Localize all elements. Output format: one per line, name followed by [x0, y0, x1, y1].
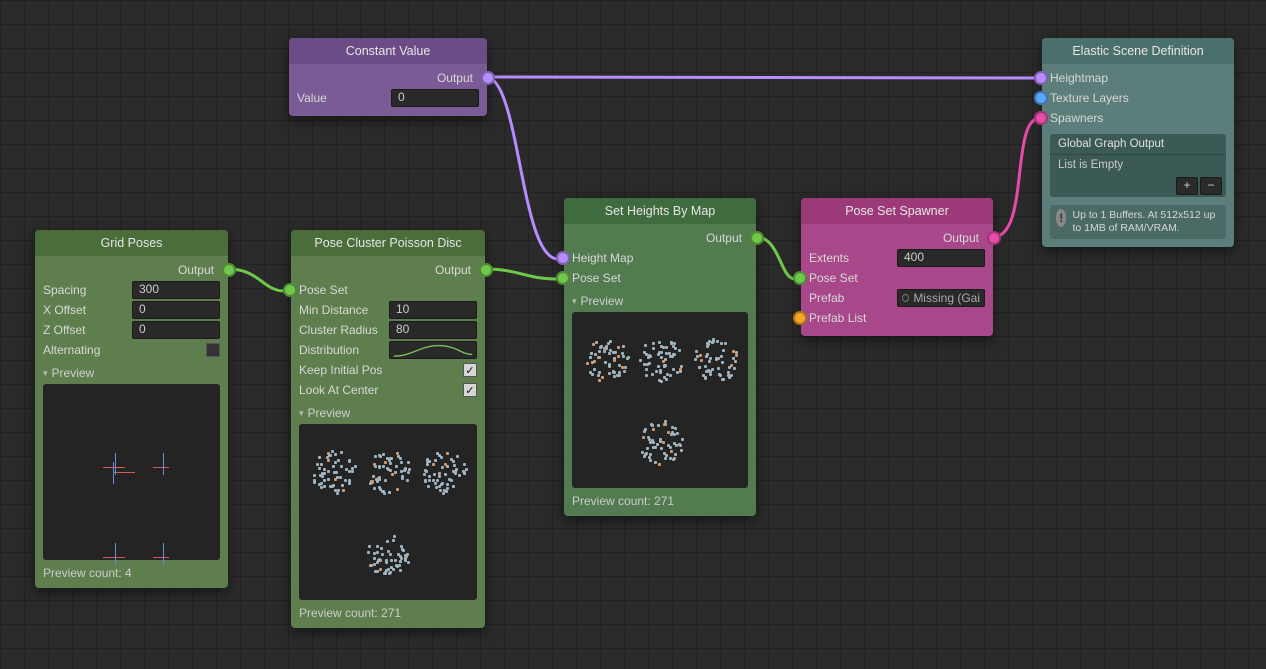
cluster-icon: [362, 527, 414, 579]
texture-layers-port[interactable]: [1034, 91, 1048, 105]
prefab-list-port[interactable]: [793, 311, 807, 325]
extents-input[interactable]: 400: [897, 249, 985, 267]
distribution-curve[interactable]: [389, 341, 477, 359]
value-input[interactable]: 0: [391, 89, 479, 107]
output-label: Output: [297, 71, 479, 85]
prefab-label: Prefab: [809, 291, 897, 305]
prefab-field[interactable]: Missing (Gai: [897, 289, 985, 307]
output-port[interactable]: [481, 71, 495, 85]
pose-set-label: Pose Set: [299, 283, 477, 297]
node-pose-set-spawner[interactable]: Pose Set Spawner Output Extents 400 Pose…: [801, 198, 993, 336]
spacing-input[interactable]: 300: [132, 281, 220, 299]
list-remove-button[interactable]: −: [1200, 177, 1222, 195]
preview-foldout[interactable]: Preview: [572, 294, 748, 308]
node-grid-poses[interactable]: Grid Poses Output Spacing 300 X Offset 0…: [35, 230, 228, 588]
list-empty-label: List is Empty: [1050, 155, 1226, 175]
node-title: Constant Value: [289, 38, 487, 64]
alternating-label: Alternating: [43, 343, 206, 357]
node-set-heights-by-map[interactable]: Set Heights By Map Output Height Map Pos…: [564, 198, 756, 516]
list-header: Global Graph Output: [1050, 134, 1226, 155]
node-title: Pose Set Spawner: [801, 198, 993, 224]
xoffset-label: X Offset: [43, 303, 132, 317]
output-port[interactable]: [479, 263, 493, 277]
output-port[interactable]: [987, 231, 1001, 245]
cluster-icon: [634, 415, 686, 467]
node-elastic-scene-definition[interactable]: Elastic Scene Definition Heightmap Textu…: [1042, 38, 1234, 247]
spawners-label: Spawners: [1050, 111, 1226, 125]
node-title: Grid Poses: [35, 230, 228, 256]
node-pose-cluster-poisson-disc[interactable]: Pose Cluster Poisson Disc Output Pose Se…: [291, 230, 485, 628]
alternating-checkbox[interactable]: [206, 343, 220, 357]
cluster-icon: [417, 445, 469, 497]
distribution-label: Distribution: [299, 343, 389, 357]
pose-set-port[interactable]: [283, 283, 297, 297]
cluster-icon: [634, 333, 686, 385]
node-title: Pose Cluster Poisson Disc: [291, 230, 485, 256]
cluster-icon: [307, 445, 359, 497]
node-title: Set Heights By Map: [564, 198, 756, 224]
look-at-center-checkbox[interactable]: ✓: [463, 383, 477, 397]
preview-box: [43, 384, 220, 560]
preview-count: Preview count: 271: [299, 606, 477, 620]
pose-set-port[interactable]: [556, 271, 570, 285]
look-at-center-label: Look At Center: [299, 383, 463, 397]
preview-box: [572, 312, 748, 488]
cluster-icon: [579, 333, 631, 385]
zoffset-input[interactable]: 0: [132, 321, 220, 339]
info-icon: !: [1056, 209, 1066, 227]
output-port[interactable]: [222, 263, 236, 277]
info-text: Up to 1 Buffers. At 512x512 up to 1MB of…: [1072, 209, 1220, 235]
pose-set-label: Pose Set: [572, 271, 748, 285]
output-port[interactable]: [750, 231, 764, 245]
output-label: Output: [43, 263, 220, 277]
keep-initial-checkbox[interactable]: ✓: [463, 363, 477, 377]
heightmap-port[interactable]: [1034, 71, 1048, 85]
extents-label: Extents: [809, 251, 897, 265]
cluster-icon: [362, 445, 414, 497]
list-add-button[interactable]: +: [1176, 177, 1198, 195]
output-label: Output: [809, 231, 985, 245]
pose-set-label: Pose Set: [809, 271, 985, 285]
global-output-list[interactable]: Global Graph Output List is Empty + −: [1050, 134, 1226, 197]
spacing-label: Spacing: [43, 283, 132, 297]
output-label: Output: [572, 231, 748, 245]
keep-initial-label: Keep Initial Pos: [299, 363, 463, 377]
pose-set-port[interactable]: [793, 271, 807, 285]
prefab-list-label: Prefab List: [809, 311, 985, 325]
value-label: Value: [297, 91, 391, 105]
heightmap-label: Heightmap: [1050, 71, 1226, 85]
cluster-icon: [689, 333, 741, 385]
node-constant-value[interactable]: Constant Value Output Value 0: [289, 38, 487, 116]
heightmap-port[interactable]: [556, 251, 570, 265]
cluster-radius-label: Cluster Radius: [299, 323, 389, 337]
min-distance-label: Min Distance: [299, 303, 389, 317]
preview-box: [299, 424, 477, 600]
heightmap-label: Height Map: [572, 251, 748, 265]
preview-count: Preview count: 271: [572, 494, 748, 508]
min-distance-input[interactable]: 10: [389, 301, 477, 319]
output-label: Output: [299, 263, 477, 277]
spawners-port[interactable]: [1034, 111, 1048, 125]
cluster-radius-input[interactable]: 80: [389, 321, 477, 339]
object-picker-icon: [902, 294, 909, 302]
preview-foldout[interactable]: Preview: [43, 366, 220, 380]
info-panel: ! Up to 1 Buffers. At 512x512 up to 1MB …: [1050, 205, 1226, 239]
zoffset-label: Z Offset: [43, 323, 132, 337]
xoffset-input[interactable]: 0: [132, 301, 220, 319]
preview-count: Preview count: 4: [43, 566, 220, 580]
preview-foldout[interactable]: Preview: [299, 406, 477, 420]
texture-layers-label: Texture Layers: [1050, 91, 1226, 105]
node-title: Elastic Scene Definition: [1042, 38, 1234, 64]
